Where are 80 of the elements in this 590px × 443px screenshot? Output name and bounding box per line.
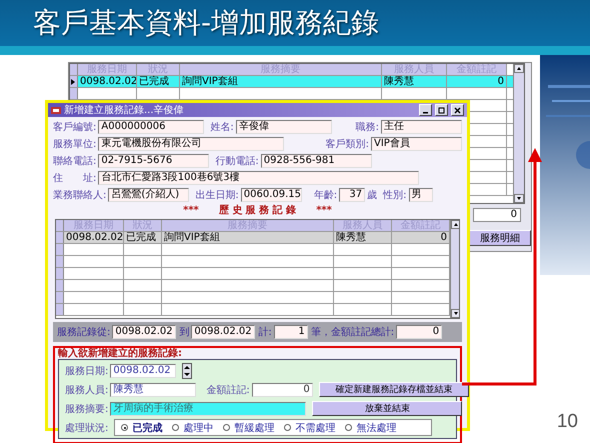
scrollbar[interactable] bbox=[450, 220, 459, 318]
radio-button[interactable] bbox=[284, 424, 292, 431]
field-label: 計: bbox=[258, 326, 272, 339]
input-field[interactable]: 37 bbox=[339, 188, 366, 202]
input-field[interactable]: 0 bbox=[252, 382, 313, 396]
input-field[interactable]: 0 bbox=[396, 325, 442, 339]
field-label: 金額註記: bbox=[206, 384, 250, 396]
input-field[interactable]: 東元電機股份有限公司 bbox=[98, 137, 284, 151]
input-field[interactable]: 02-7915-5676 bbox=[98, 154, 210, 168]
field-label: 性別: bbox=[383, 188, 406, 202]
section-heading: *** 歷 史 服 務 記 錄 *** bbox=[182, 205, 333, 216]
input-field[interactable]: 呂鶯鶯(介紹人) bbox=[108, 188, 190, 202]
table-cell: 詢問VIP套組 bbox=[162, 232, 334, 243]
spin-button[interactable] bbox=[182, 362, 192, 378]
save-button[interactable]: 確定新建服務記錄存檔並結束 bbox=[318, 382, 469, 397]
field-label: 服務人員: bbox=[65, 384, 108, 396]
scroll-up-button[interactable] bbox=[451, 220, 459, 229]
radio-button[interactable] bbox=[121, 424, 128, 431]
radio-label[interactable]: 無法處理 bbox=[356, 420, 396, 434]
dialog-title: 新增建立服務記錄...辛俊偉 bbox=[64, 104, 185, 117]
field-label: 服務日期: bbox=[65, 364, 108, 378]
table-cell: 0 bbox=[447, 76, 507, 87]
field-label: 服務摘要: bbox=[65, 402, 108, 416]
minimize-button[interactable] bbox=[419, 104, 432, 116]
field-label: 到 bbox=[179, 326, 190, 339]
radio-button[interactable] bbox=[172, 424, 180, 431]
cancel-button[interactable]: 放棄並結束 bbox=[312, 401, 462, 416]
input-field[interactable]: 0 bbox=[473, 208, 521, 222]
field-label: 客戶編號: bbox=[53, 120, 96, 134]
input-field[interactable]: 0928-556-981 bbox=[260, 154, 372, 168]
section-heading: 輸入欲新增建立的服務記錄: bbox=[58, 348, 183, 359]
table-cell: 陳秀慧 bbox=[334, 232, 392, 243]
field-label: 服務記錄從: bbox=[57, 326, 110, 339]
field-label: 行動電話: bbox=[215, 154, 259, 168]
field-label: 住 址: bbox=[53, 172, 96, 185]
field-label: 處理狀況: bbox=[65, 422, 108, 434]
input-field[interactable]: A000000006 bbox=[98, 120, 204, 134]
table-cell: 0098.02.02 bbox=[78, 76, 137, 87]
app-icon bbox=[51, 106, 61, 114]
radio-label[interactable]: 不需處理 bbox=[295, 420, 336, 434]
radio-button[interactable] bbox=[223, 424, 230, 431]
field-label: 筆，金額註記總計: bbox=[310, 326, 394, 339]
down-arrow-icon bbox=[184, 372, 190, 376]
input-field[interactable]: 1 bbox=[274, 325, 308, 339]
field-label: 年齡: bbox=[314, 189, 338, 202]
table-cell: 0098.02.02 bbox=[64, 232, 124, 243]
scroll-up-button[interactable] bbox=[514, 64, 524, 73]
unit-label: 歲 bbox=[367, 188, 378, 202]
radio-label[interactable]: 暫緩處理 bbox=[234, 420, 274, 434]
input-field[interactable]: 0098.02.02 bbox=[112, 325, 176, 339]
input-field[interactable]: 0098.02.02 bbox=[191, 325, 256, 339]
input-field[interactable]: VIP會員 bbox=[371, 137, 462, 151]
radio-label[interactable]: 已完成 bbox=[132, 420, 162, 434]
table-cell: 陳秀慧 bbox=[382, 76, 447, 87]
detail-button[interactable]: 服務明細 bbox=[469, 230, 531, 246]
field-label: 姓名: bbox=[210, 121, 234, 134]
field-label: 職務: bbox=[356, 120, 379, 134]
page-number: 10 bbox=[556, 411, 578, 433]
field-label: 業務聯絡人: bbox=[53, 188, 106, 202]
close-icon bbox=[454, 106, 461, 114]
scroll-down-button[interactable] bbox=[514, 194, 524, 203]
field-label: 出生日期: bbox=[195, 188, 239, 202]
close-button[interactable] bbox=[451, 104, 464, 116]
scroll-down-button[interactable] bbox=[451, 309, 459, 318]
radio-button[interactable] bbox=[345, 424, 352, 431]
maximize-button[interactable] bbox=[435, 104, 448, 116]
input-field[interactable]: 0098.02.02 bbox=[110, 364, 176, 378]
input-field[interactable]: 陳秀慧 bbox=[110, 382, 196, 396]
field-label: 聯絡電話: bbox=[53, 154, 96, 168]
maximize-icon bbox=[438, 106, 445, 114]
radio-label[interactable]: 處理中 bbox=[183, 420, 214, 434]
up-arrow-icon bbox=[184, 366, 190, 368]
field-label: 客戶類別: bbox=[326, 138, 369, 151]
input-field[interactable]: 男 bbox=[408, 188, 432, 202]
slide-title: 客戶基本資料-增加服務紀錄 bbox=[33, 5, 380, 41]
row-selector[interactable] bbox=[70, 76, 78, 87]
field-label: 服務單位: bbox=[53, 138, 96, 151]
scrollbar[interactable] bbox=[513, 64, 524, 203]
input-field[interactable]: 0060.09.15 bbox=[240, 188, 302, 202]
table-cell: 詢問VIP套組 bbox=[180, 76, 382, 87]
